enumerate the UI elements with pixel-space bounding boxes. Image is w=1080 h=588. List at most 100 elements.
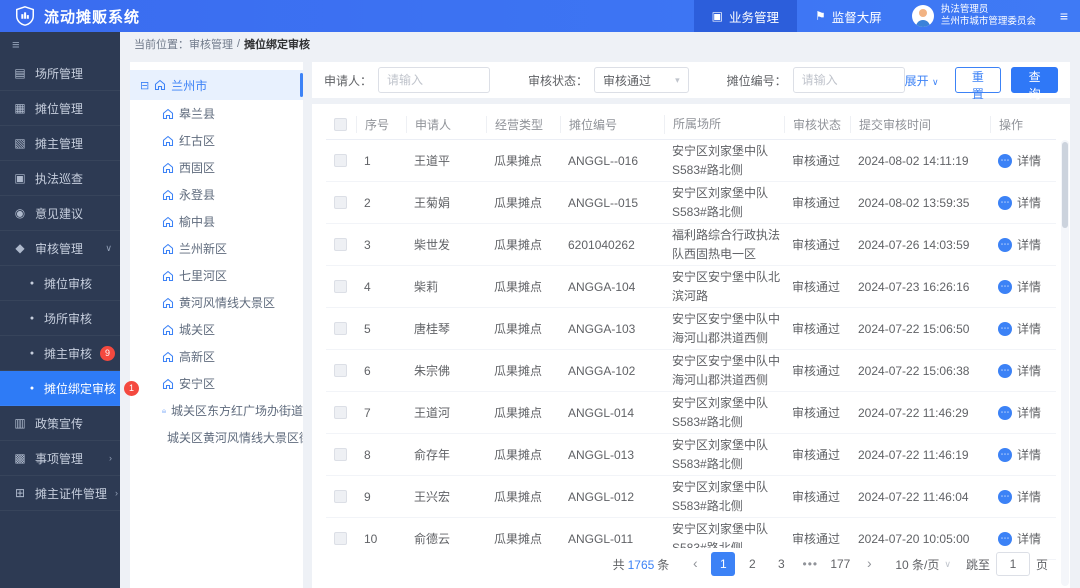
- tree-item[interactable]: 榆中县: [130, 208, 303, 235]
- total-count-number: 1765: [628, 558, 655, 572]
- sidebar-item[interactable]: ● 摊位绑定审核 1: [0, 371, 120, 406]
- table-scrollbar-thumb[interactable]: [1062, 142, 1068, 228]
- detail-label: 详情: [1017, 446, 1041, 463]
- sidebar: ≡ ▤ 场所管理 ▦ 摊位管理 ▧: [0, 32, 120, 588]
- sidebar-item[interactable]: ▦ 摊位管理: [0, 91, 120, 126]
- tree-item[interactable]: 高新区: [130, 343, 303, 370]
- sidebar-item[interactable]: ▣ 执法巡查: [0, 161, 120, 196]
- submit-time-cell: 2024-07-20 10:05:00: [850, 532, 990, 546]
- detail-link[interactable]: ⋯ 详情: [990, 404, 1054, 421]
- page-button[interactable]: •••: [798, 552, 822, 576]
- stall-no-cell: ANGGL-013: [560, 448, 664, 462]
- next-page-button[interactable]: ›: [858, 552, 880, 576]
- tree-item-label: 永登县: [179, 186, 215, 203]
- row-checkbox[interactable]: [334, 406, 347, 419]
- stall-no-input[interactable]: [793, 67, 905, 93]
- submit-time-cell: 2024-08-02 13:59:35: [850, 196, 990, 210]
- tree-item[interactable]: 城关区黄河风情线大景区街道: [130, 424, 303, 451]
- avatar: [912, 5, 934, 27]
- detail-link[interactable]: ⋯ 详情: [990, 152, 1054, 169]
- expand-filters-link[interactable]: 展开 ∨: [905, 72, 939, 89]
- jump-page-input[interactable]: 1: [996, 552, 1030, 576]
- page-button[interactable]: 177: [827, 552, 853, 576]
- detail-link[interactable]: ⋯ 详情: [990, 194, 1054, 211]
- detail-link[interactable]: ⋯ 详情: [990, 278, 1054, 295]
- certificate-icon: ⊞: [13, 486, 27, 500]
- row-checkbox[interactable]: [334, 448, 347, 461]
- sidebar-item-label: 摊位绑定审核: [44, 380, 116, 397]
- tree-item[interactable]: 黄河风情线大景区: [130, 289, 303, 316]
- tree-root-lanzhou[interactable]: ⊟ 兰州市: [130, 70, 303, 100]
- tree-item[interactable]: 皋兰县: [130, 100, 303, 127]
- row-index: 8: [356, 448, 406, 462]
- sidebar-item[interactable]: ● 摊主审核 9: [0, 336, 120, 371]
- home-icon: [162, 270, 174, 282]
- nav-tab-monitor-screen[interactable]: ⚑ 监督大屏: [797, 0, 900, 32]
- venue-cell: 安宁区刘家堡中队S583#路北侧: [664, 394, 784, 431]
- filter-bar: 申请人： 审核状态： 审核通过 ▾ 摊位编号： 展开 ∨ 重置 查询: [312, 62, 1070, 98]
- nav-tab-business[interactable]: ▣ 业务管理: [694, 0, 797, 32]
- tree-item[interactable]: 红古区: [130, 127, 303, 154]
- row-index: 9: [356, 490, 406, 504]
- sidebar-item[interactable]: ▧ 摊主管理: [0, 126, 120, 161]
- row-checkbox[interactable]: [334, 154, 347, 167]
- applicant-input[interactable]: [378, 67, 490, 93]
- detail-icon: ⋯: [998, 490, 1012, 504]
- tree-item[interactable]: 西固区: [130, 154, 303, 181]
- tree-item[interactable]: 永登县: [130, 181, 303, 208]
- header-more-icon[interactable]: ≡: [1048, 0, 1080, 32]
- reset-button[interactable]: 重置: [955, 67, 1002, 93]
- user-profile[interactable]: 执法管理员 兰州市城市管理委员会: [900, 0, 1048, 32]
- tree-item-label: 七里河区: [179, 267, 227, 284]
- home-icon: [162, 243, 174, 255]
- detail-label: 详情: [1017, 152, 1041, 169]
- prev-page-button[interactable]: ‹: [684, 552, 706, 576]
- sidebar-item[interactable]: ◉ 意见建议: [0, 196, 120, 231]
- detail-label: 详情: [1017, 488, 1041, 505]
- tree-item[interactable]: 兰州新区: [130, 235, 303, 262]
- status-select[interactable]: 审核通过 ▾: [594, 67, 689, 93]
- tree-item[interactable]: 安宁区: [130, 370, 303, 397]
- detail-link[interactable]: ⋯ 详情: [990, 236, 1054, 253]
- venue-cell: 安宁区安宁堡中队中海河山郡洪道西侧: [664, 352, 784, 389]
- tree-collapse-icon[interactable]: ⊟: [140, 79, 149, 92]
- table-scrollbar-track[interactable]: [1061, 140, 1069, 586]
- row-checkbox[interactable]: [334, 196, 347, 209]
- sidebar-collapse-button[interactable]: ≡: [0, 32, 120, 56]
- tree-item[interactable]: 城关区: [130, 316, 303, 343]
- row-checkbox[interactable]: [334, 532, 347, 545]
- detail-link[interactable]: ⋯ 详情: [990, 320, 1054, 337]
- page-size-select[interactable]: 10 条/页 ∨: [895, 556, 951, 573]
- business-type-cell: 瓜果摊点: [486, 404, 560, 421]
- row-checkbox[interactable]: [334, 322, 347, 335]
- audit-table-card: 序号 申请人 经营类型 摊位编号 所属场所 审核状态 提交审核时间 操作 1 王…: [312, 104, 1070, 588]
- detail-label: 详情: [1017, 278, 1041, 295]
- sidebar-item[interactable]: ◆ 审核管理 ∨: [0, 231, 120, 266]
- row-checkbox[interactable]: [334, 490, 347, 503]
- tree-item[interactable]: 城关区东方红广场办街道: [130, 397, 303, 424]
- page-button[interactable]: 1: [711, 552, 735, 576]
- patrol-icon: ▣: [13, 171, 27, 185]
- status-cell: 审核通过: [784, 446, 850, 463]
- top-header: 流动摊贩系统 ▣ 业务管理 ⚑ 监督大屏 执法管理员 兰州市城市管理委员会 ≡: [0, 0, 1080, 32]
- sidebar-item[interactable]: ▤ 场所管理: [0, 56, 120, 91]
- row-checkbox[interactable]: [334, 364, 347, 377]
- sidebar-item[interactable]: ⊞ 摊主证件管理 ›: [0, 476, 120, 511]
- detail-link[interactable]: ⋯ 详情: [990, 362, 1054, 379]
- row-checkbox[interactable]: [334, 238, 347, 251]
- sidebar-item[interactable]: ● 场所审核: [0, 301, 120, 336]
- sidebar-item[interactable]: ▥ 政策宣传: [0, 406, 120, 441]
- page-button[interactable]: 3: [769, 552, 793, 576]
- detail-link[interactable]: ⋯ 详情: [990, 446, 1054, 463]
- business-type-cell: 瓜果摊点: [486, 152, 560, 169]
- tree-item[interactable]: 七里河区: [130, 262, 303, 289]
- search-button[interactable]: 查询: [1011, 67, 1058, 93]
- select-all-checkbox[interactable]: [334, 118, 347, 131]
- row-checkbox[interactable]: [334, 280, 347, 293]
- detail-link[interactable]: ⋯ 详情: [990, 530, 1054, 547]
- tree-item-label: 红古区: [179, 132, 215, 149]
- sidebar-item[interactable]: ● 摊位审核: [0, 266, 120, 301]
- page-button[interactable]: 2: [740, 552, 764, 576]
- detail-link[interactable]: ⋯ 详情: [990, 488, 1054, 505]
- sidebar-item[interactable]: ▩ 事项管理 ›: [0, 441, 120, 476]
